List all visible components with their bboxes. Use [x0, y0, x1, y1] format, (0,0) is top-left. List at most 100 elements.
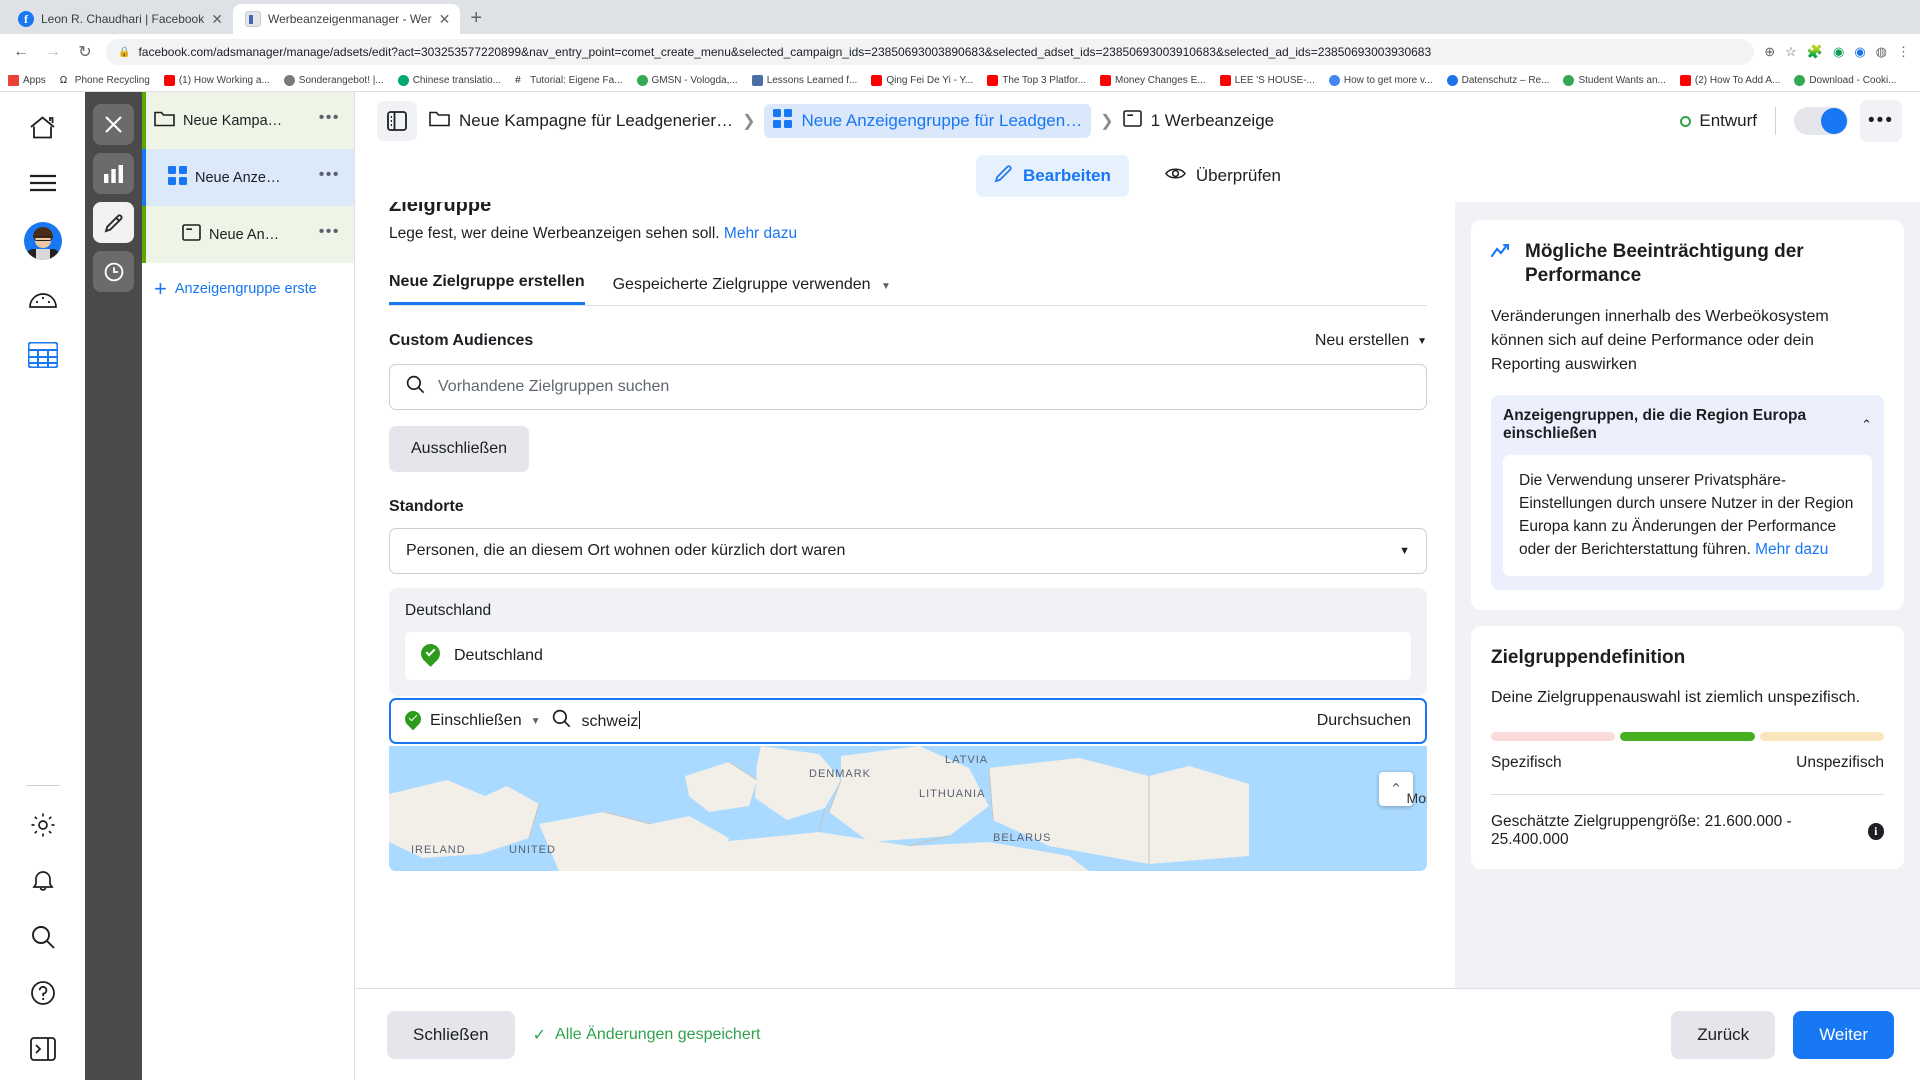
europe-region-more-link[interactable]: Mehr dazu — [1755, 541, 1828, 558]
bookmark-item[interactable]: Apps — [8, 75, 46, 86]
audience-definition-subtitle: Deine Zielgruppenauswahl ist ziemlich un… — [1491, 689, 1861, 707]
bookmark-label: (2) How To Add A... — [1694, 75, 1781, 86]
europe-region-callout-header[interactable]: Anzeigengruppen, die die Region Europa e… — [1503, 407, 1872, 443]
bookmark-item[interactable]: Qing Fei De Yi - Y... — [871, 75, 973, 86]
tree-row-campaign-menu[interactable]: ••• — [319, 109, 340, 128]
europe-region-callout-body: Die Verwendung unserer Privatsphäre-Eins… — [1503, 454, 1872, 576]
more-options-button[interactable]: ••• — [1860, 100, 1902, 142]
extension-green-icon[interactable]: ◉ — [1833, 44, 1844, 60]
menu-icon[interactable]: ⋮ — [1897, 44, 1910, 60]
bookmark-item[interactable]: Download - Cooki... — [1794, 75, 1897, 86]
zoom-icon[interactable]: ⊕ — [1764, 44, 1775, 60]
chevron-down-icon: ▼ — [1417, 335, 1427, 347]
close-button[interactable]: Schließen — [387, 1010, 515, 1059]
location-chip[interactable]: Deutschland — [405, 632, 1411, 680]
address-bar[interactable]: 🔒 facebook.com/adsmanager/manage/adsets/… — [106, 39, 1755, 65]
reload-icon[interactable]: ↻ — [74, 42, 96, 62]
extension-blue-icon[interactable]: ◉ — [1854, 44, 1865, 60]
tree-row-campaign[interactable]: Neue Kampa… ••• — [142, 92, 354, 149]
bell-icon[interactable] — [26, 864, 60, 898]
divider — [1491, 794, 1884, 796]
exclude-button[interactable]: Ausschließen — [389, 426, 530, 472]
help-icon[interactable] — [26, 976, 60, 1010]
globe-icon — [1328, 75, 1340, 86]
breadcrumb-ad[interactable]: 1 Werbeanzeige — [1122, 110, 1274, 132]
map-label-lithuania: LITHUANIA — [919, 788, 986, 800]
bookmark-label: Qing Fei De Yi - Y... — [886, 75, 974, 86]
bookmark-item[interactable]: (1) How Working a... — [163, 75, 270, 86]
audience-search-input[interactable]: Vorhandene Zielgruppen suchen — [389, 364, 1427, 410]
gear-icon[interactable] — [26, 808, 60, 842]
back-button[interactable]: Zurück — [1671, 1010, 1776, 1059]
grid-table-icon[interactable] — [26, 338, 60, 372]
create-adset-button[interactable]: + Anzeigengruppe erste — [142, 263, 354, 315]
tab-bearbeiten[interactable]: Bearbeiten — [976, 155, 1129, 197]
breadcrumb-adset[interactable]: Neue Anzeigengruppe für Leadgen… — [764, 104, 1092, 138]
tree-row-adset[interactable]: Neue Anze… ••• — [142, 149, 354, 206]
tree-row-adset-menu[interactable]: ••• — [319, 166, 340, 185]
chevron-up-icon[interactable]: ⌃ — [1861, 417, 1872, 433]
tree-row-ad[interactable]: Neue An… ••• — [142, 206, 354, 263]
bookmark-item[interactable]: # Tutorial: Eigene Fa... — [515, 75, 622, 86]
custom-audiences-heading: Custom Audiences — [389, 332, 534, 349]
location-include-mode-select[interactable]: Einschließen ▼ — [401, 707, 541, 731]
info-icon[interactable]: i — [1867, 822, 1884, 840]
side-panel-icon[interactable] — [377, 101, 417, 141]
collapse-panel-icon[interactable] — [26, 1032, 60, 1066]
audience-insights-panel: Mögliche Beeinträchtigung der Performanc… — [1455, 202, 1920, 988]
browser-tab-1[interactable]: f Leon R. Chaudhari | Facebook ✕ — [6, 4, 233, 34]
location-scope-select[interactable]: Personen, die an diesem Ort wohnen oder … — [389, 528, 1427, 574]
pencil-edit-icon[interactable] — [93, 202, 134, 243]
breadcrumb-campaign[interactable]: Neue Kampagne für Leadgenerier… — [429, 110, 733, 132]
back-icon[interactable]: ← — [10, 43, 32, 61]
bookmark-item[interactable]: Chinese translatio... — [397, 75, 501, 86]
bookmark-item[interactable]: LEE 'S HOUSE-... — [1219, 75, 1315, 86]
search-icon — [552, 709, 571, 733]
map-label-ireland: IRELAND — [411, 844, 466, 856]
bookmark-item[interactable]: Student Wants an... — [1563, 75, 1666, 86]
bookmark-item[interactable]: How to get more v... — [1328, 75, 1433, 86]
hamburger-menu-icon[interactable] — [26, 166, 60, 200]
bookmark-item[interactable]: Ω Phone Recycling — [60, 75, 150, 86]
tab-ueberpruefen[interactable]: Überprüfen — [1147, 157, 1299, 195]
tree-row-ad-menu[interactable]: ••• — [319, 223, 340, 242]
home-icon[interactable] — [26, 110, 60, 144]
bookmark-item[interactable]: GMSN - Vologda,... — [636, 75, 738, 86]
bookmark-item[interactable]: Datenschutz – Re... — [1446, 75, 1549, 86]
gauge-icon[interactable] — [26, 282, 60, 316]
campaign-tree: Neue Kampa… ••• Neue Anze… ••• Neue An… … — [142, 92, 355, 1080]
clock-history-icon[interactable] — [93, 251, 134, 292]
youtube-icon — [1679, 75, 1691, 86]
more-info-link[interactable]: Mehr dazu — [724, 225, 797, 242]
bookmark-item[interactable]: The Top 3 Platfor... — [987, 75, 1086, 86]
close-icon[interactable]: ✕ — [211, 12, 223, 26]
next-button[interactable]: Weiter — [1793, 1010, 1894, 1059]
adset-active-toggle[interactable] — [1794, 107, 1848, 135]
star-icon[interactable]: ☆ — [1785, 44, 1797, 60]
location-search-input[interactable]: schweiz — [582, 711, 641, 731]
estimated-audience-size: Geschätzte Zielgruppengröße: 21.600.000 … — [1491, 813, 1884, 849]
extension-puzzle-icon[interactable]: 🧩 — [1807, 44, 1823, 60]
bookmark-item[interactable]: Lessons Learned f... — [751, 75, 857, 86]
bookmark-item[interactable]: Sonderangebot! |... — [283, 75, 384, 86]
create-new-audience-button[interactable]: Neu erstellen ▼ — [1315, 332, 1427, 350]
bookmark-item[interactable]: Money Changes E... — [1099, 75, 1206, 86]
forward-icon[interactable]: → — [42, 43, 64, 61]
youtube-icon — [1219, 75, 1231, 86]
close-icon[interactable] — [93, 104, 134, 145]
browser-tab-2[interactable]: Werbeanzeigenmanager - Wer ✕ — [232, 4, 461, 34]
location-map[interactable]: DENMARK LATVIA LITHUANIA BELARUS IRELAND… — [389, 746, 1427, 871]
bar-chart-icon[interactable] — [93, 153, 134, 194]
close-icon[interactable]: ✕ — [439, 12, 451, 26]
new-tab-button[interactable]: + — [460, 7, 492, 34]
browse-locations-button[interactable]: Durchsuchen — [1317, 712, 1411, 730]
search-icon[interactable] — [26, 920, 60, 954]
tab-saved-audience[interactable]: Gespeicherte Zielgruppe verwenden ▼ — [613, 276, 891, 305]
selected-locations-panel: Deutschland Deutschland — [389, 588, 1427, 696]
profile-icon[interactable]: ◍ — [1876, 44, 1887, 60]
tab-create-audience[interactable]: Neue Zielgruppe erstellen — [389, 273, 585, 305]
avatar[interactable] — [23, 222, 62, 260]
bookmark-item[interactable]: (2) How To Add A... — [1679, 75, 1781, 86]
location-search-bar[interactable]: Einschließen ▼ schweiz Durchsuchen — [389, 698, 1427, 744]
europe-region-callout-title: Anzeigengruppen, die die Region Europa e… — [1503, 406, 1807, 442]
